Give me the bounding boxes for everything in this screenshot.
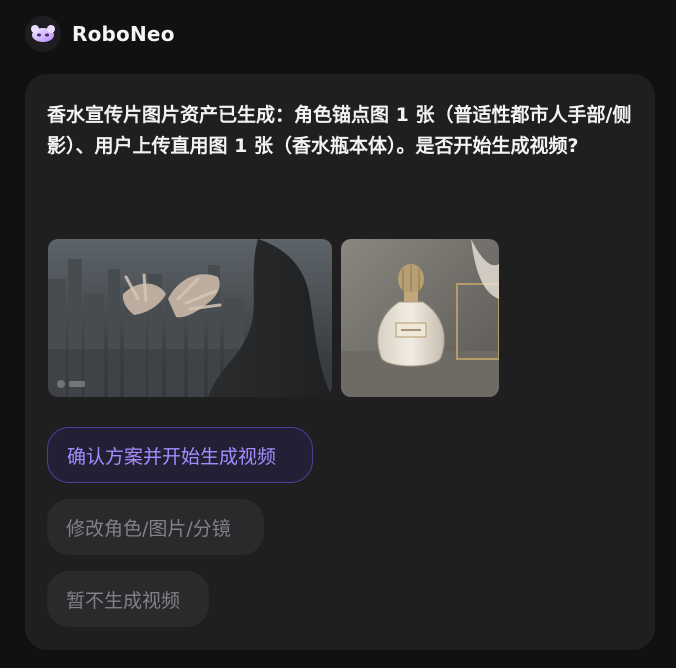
app-name: RoboNeo — [72, 22, 175, 46]
edit-button-label: 修改角色/图片/分镜 — [66, 517, 231, 540]
roboneo-logo-icon — [25, 16, 61, 52]
confirm-generate-video-button[interactable]: 确认方案并开始生成视频 — [47, 427, 313, 483]
confirm-button-label: 确认方案并开始生成视频 — [67, 445, 277, 468]
edit-character-image-storyboard-button[interactable]: 修改角色/图片/分镜 — [47, 499, 264, 555]
character-anchor-image[interactable] — [48, 239, 332, 397]
skip-button-label: 暂不生成视频 — [66, 589, 181, 612]
header: RoboNeo — [25, 16, 175, 52]
message-text: 香水宣传片图片资产已生成：角色锚点图 1 张（普适性都市人手部/侧影）、用户上传… — [47, 104, 632, 157]
perfume-bottle-image[interactable] — [341, 239, 499, 397]
assistant-message-card: 香水宣传片图片资产已生成：角色锚点图 1 张（普适性都市人手部/侧影）、用户上传… — [25, 74, 655, 650]
skip-video-generation-button[interactable]: 暂不生成视频 — [47, 571, 209, 627]
